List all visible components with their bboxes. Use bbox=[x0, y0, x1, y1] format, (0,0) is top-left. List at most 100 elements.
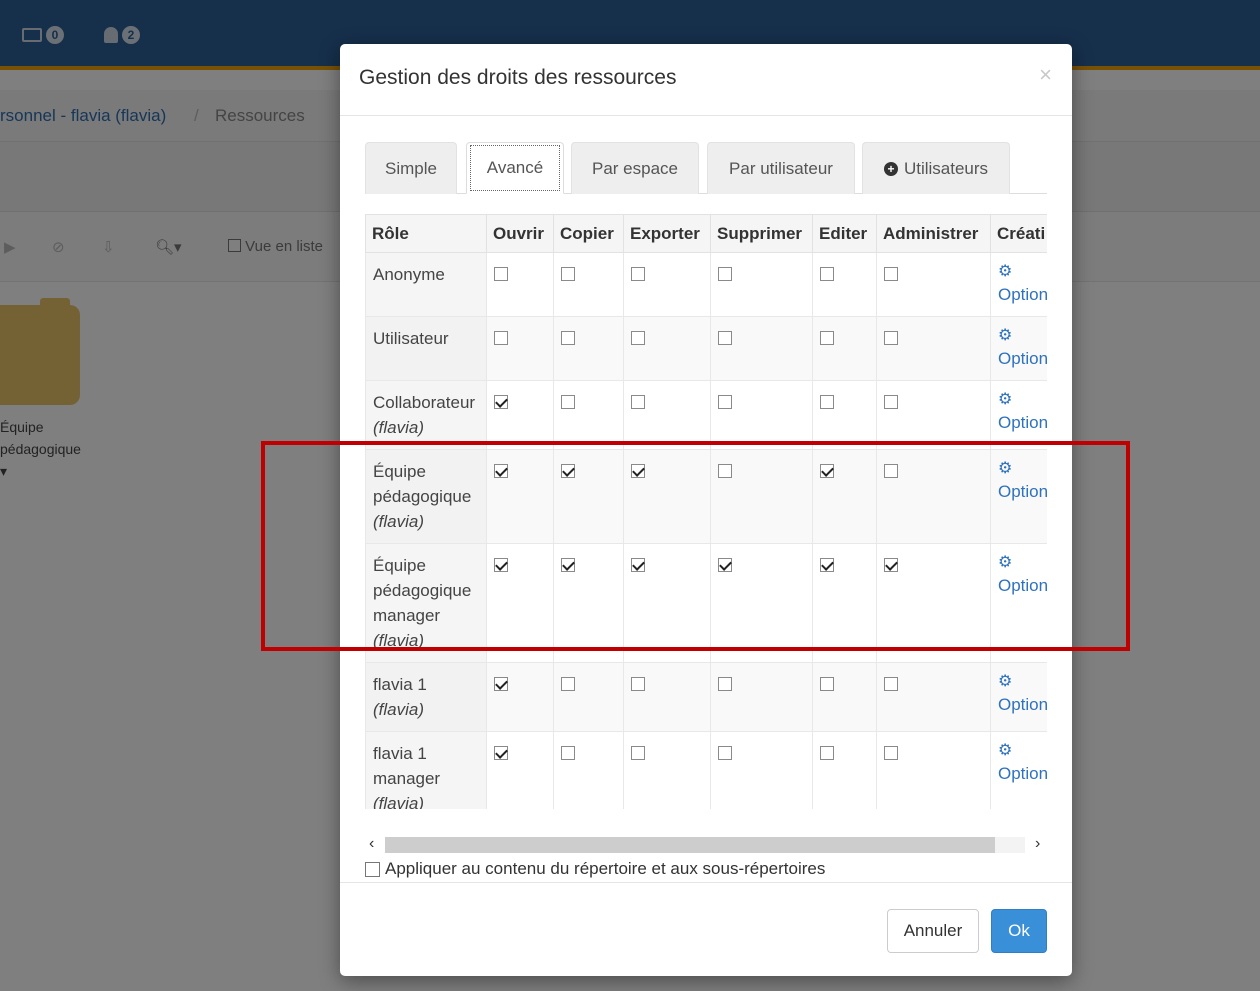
permission-checkbox-copier[interactable] bbox=[561, 267, 575, 281]
permission-checkbox-copier[interactable] bbox=[561, 464, 575, 478]
modal-footer: Annuler Ok bbox=[340, 882, 1072, 976]
gear-icon[interactable]: ⚙ bbox=[998, 262, 1047, 282]
scroll-right-arrow[interactable]: › bbox=[1035, 835, 1040, 853]
permission-checkbox-editer[interactable] bbox=[820, 677, 834, 691]
column-header-exporter[interactable]: Exporter bbox=[623, 214, 711, 253]
scroll-thumb[interactable] bbox=[385, 837, 995, 853]
column-header-supprimer[interactable]: Supprimer bbox=[710, 214, 813, 253]
permission-checkbox-administrer[interactable] bbox=[884, 267, 898, 281]
gear-icon[interactable]: ⚙ bbox=[998, 741, 1047, 761]
permission-checkbox-exporter[interactable] bbox=[631, 331, 645, 345]
options-link[interactable]: Option bbox=[998, 346, 1047, 371]
close-icon[interactable]: × bbox=[1039, 62, 1052, 88]
permission-checkbox-administrer[interactable] bbox=[884, 395, 898, 409]
permission-checkbox-editer[interactable] bbox=[820, 558, 834, 572]
permission-checkbox-copier[interactable] bbox=[561, 677, 575, 691]
gear-icon[interactable]: ⚙ bbox=[998, 390, 1047, 410]
options-cell: ⚙ Option bbox=[990, 449, 1047, 544]
role-cell: Collaborateur (flavia) bbox=[365, 380, 487, 450]
tab-par-espace[interactable]: Par espace bbox=[571, 142, 699, 194]
table-row: Anonyme ⚙ Option bbox=[365, 252, 1047, 317]
options-cell: ⚙ Option bbox=[990, 380, 1047, 450]
permission-checkbox-supprimer[interactable] bbox=[718, 558, 732, 572]
permission-checkbox-administrer[interactable] bbox=[884, 558, 898, 572]
permission-checkbox-ouvrir[interactable] bbox=[494, 331, 508, 345]
permission-checkbox-exporter[interactable] bbox=[631, 464, 645, 478]
role-name: Équipe pédagogique manager bbox=[373, 556, 472, 625]
apply-recursive-checkbox[interactable] bbox=[365, 861, 380, 877]
permission-checkbox-editer[interactable] bbox=[820, 746, 834, 760]
permission-checkbox-editer[interactable] bbox=[820, 267, 834, 281]
options-link[interactable]: Option bbox=[998, 761, 1047, 786]
ok-button[interactable]: Ok bbox=[991, 909, 1047, 953]
column-header-editer[interactable]: Editer bbox=[812, 214, 877, 253]
tab-par-utilisateur-label: Par utilisateur bbox=[729, 158, 833, 178]
gear-icon[interactable]: ⚙ bbox=[998, 326, 1047, 346]
permission-cell-editer bbox=[812, 252, 877, 317]
permission-checkbox-ouvrir[interactable] bbox=[494, 267, 508, 281]
permission-checkbox-exporter[interactable] bbox=[631, 395, 645, 409]
cancel-button[interactable]: Annuler bbox=[887, 909, 979, 953]
permission-checkbox-exporter[interactable] bbox=[631, 746, 645, 760]
permission-checkbox-exporter[interactable] bbox=[631, 558, 645, 572]
options-link[interactable]: Option bbox=[998, 282, 1047, 307]
options-link[interactable]: Option bbox=[998, 692, 1047, 717]
permission-checkbox-administrer[interactable] bbox=[884, 464, 898, 478]
role-cell: flavia 1 manager (flavia) bbox=[365, 731, 487, 809]
permission-checkbox-editer[interactable] bbox=[820, 395, 834, 409]
permission-cell-supprimer bbox=[710, 449, 813, 544]
permission-checkbox-supprimer[interactable] bbox=[718, 746, 732, 760]
horizontal-scrollbar[interactable]: ‹ › bbox=[365, 834, 1047, 856]
permission-checkbox-exporter[interactable] bbox=[631, 677, 645, 691]
permission-cell-administrer bbox=[876, 449, 991, 544]
tab-simple[interactable]: Simple bbox=[365, 142, 457, 194]
permission-cell-copier bbox=[553, 449, 624, 544]
options-cell: ⚙ Option bbox=[990, 662, 1047, 732]
permission-checkbox-copier[interactable] bbox=[561, 558, 575, 572]
rights-table-container: Rôle Ouvrir Copier Exporter Supprimer Ed… bbox=[365, 214, 1047, 809]
permission-checkbox-supprimer[interactable] bbox=[718, 267, 732, 281]
role-name: Équipe pédagogique bbox=[373, 462, 472, 506]
permission-checkbox-ouvrir[interactable] bbox=[494, 746, 508, 760]
permission-checkbox-administrer[interactable] bbox=[884, 331, 898, 345]
permission-cell-copier bbox=[553, 380, 624, 450]
options-link[interactable]: Option bbox=[998, 573, 1047, 598]
permission-checkbox-administrer[interactable] bbox=[884, 677, 898, 691]
permission-checkbox-ouvrir[interactable] bbox=[494, 395, 508, 409]
scroll-left-arrow[interactable]: ‹ bbox=[369, 835, 374, 853]
apply-recursive-option[interactable]: Appliquer au contenu du répertoire et au… bbox=[365, 859, 825, 879]
permission-checkbox-supprimer[interactable] bbox=[718, 464, 732, 478]
tab-par-utilisateur[interactable]: Par utilisateur bbox=[707, 142, 855, 194]
permission-checkbox-supprimer[interactable] bbox=[718, 677, 732, 691]
permission-checkbox-copier[interactable] bbox=[561, 395, 575, 409]
gear-icon[interactable]: ⚙ bbox=[998, 672, 1047, 692]
permission-checkbox-copier[interactable] bbox=[561, 746, 575, 760]
column-header-copier[interactable]: Copier bbox=[553, 214, 624, 253]
permission-checkbox-ouvrir[interactable] bbox=[494, 558, 508, 572]
options-link[interactable]: Option bbox=[998, 479, 1047, 504]
permission-checkbox-copier[interactable] bbox=[561, 331, 575, 345]
permission-checkbox-ouvrir[interactable] bbox=[494, 677, 508, 691]
permission-checkbox-administrer[interactable] bbox=[884, 746, 898, 760]
permission-checkbox-editer[interactable] bbox=[820, 331, 834, 345]
permission-cell-ouvrir bbox=[486, 449, 554, 544]
role-cell: Équipe pédagogique (flavia) bbox=[365, 449, 487, 544]
column-header-creation[interactable]: Créati bbox=[990, 214, 1047, 253]
permission-cell-supprimer bbox=[710, 543, 813, 663]
tab-par-espace-label: Par espace bbox=[592, 158, 678, 178]
permission-checkbox-exporter[interactable] bbox=[631, 267, 645, 281]
permission-checkbox-editer[interactable] bbox=[820, 464, 834, 478]
tab-avance[interactable]: Avancé bbox=[466, 142, 564, 194]
options-link[interactable]: Option bbox=[998, 410, 1047, 435]
column-header-ouvrir[interactable]: Ouvrir bbox=[486, 214, 554, 253]
column-header-role[interactable]: Rôle bbox=[365, 214, 487, 253]
gear-icon[interactable]: ⚙ bbox=[998, 553, 1047, 573]
permission-checkbox-ouvrir[interactable] bbox=[494, 464, 508, 478]
column-header-administrer[interactable]: Administrer bbox=[876, 214, 991, 253]
permission-checkbox-supprimer[interactable] bbox=[718, 395, 732, 409]
gear-icon[interactable]: ⚙ bbox=[998, 459, 1047, 479]
tab-utilisateurs[interactable]: + Utilisateurs bbox=[862, 142, 1010, 194]
permission-checkbox-supprimer[interactable] bbox=[718, 331, 732, 345]
permission-cell-supprimer bbox=[710, 731, 813, 809]
role-owner: (flavia) bbox=[373, 418, 425, 437]
